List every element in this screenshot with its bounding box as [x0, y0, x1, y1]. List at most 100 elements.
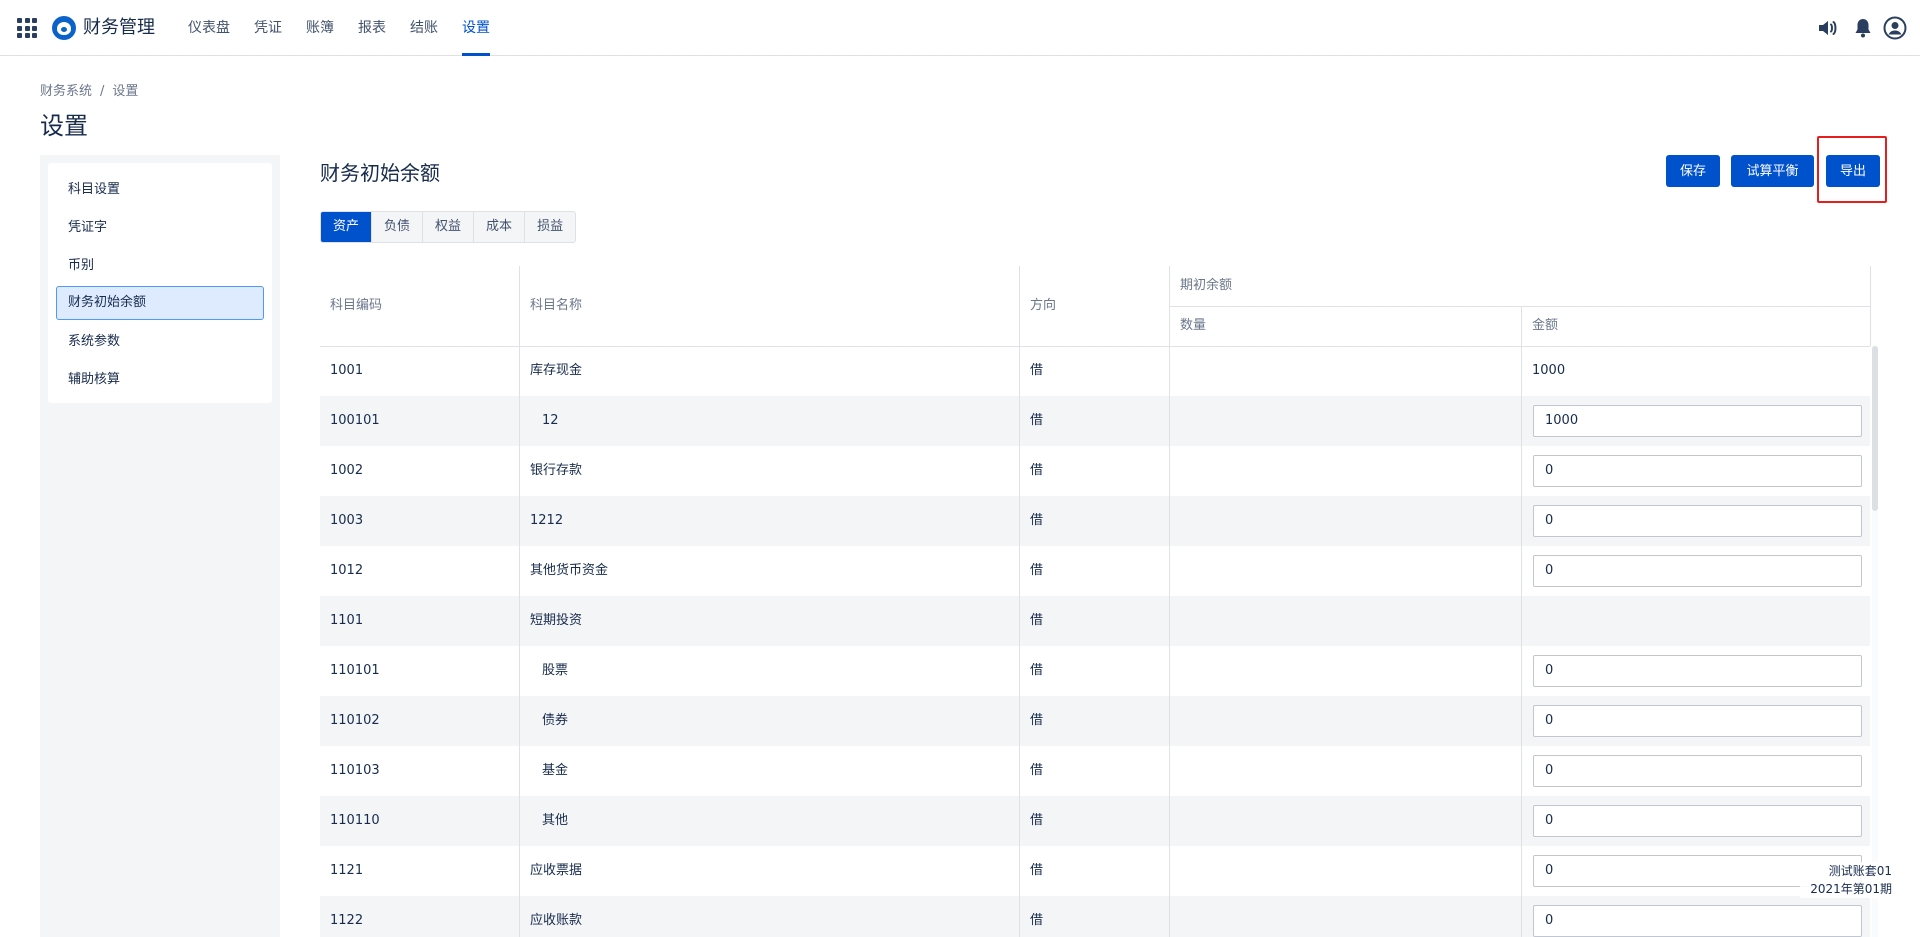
app-title: 财务管理 — [83, 17, 155, 38]
table-row: 1003 1212 借 0 — [320, 496, 1870, 546]
amount-input[interactable]: 1000 — [1533, 405, 1862, 437]
header-subject-code: 科目编码 — [330, 298, 383, 313]
cell-direction: 借 — [1030, 363, 1044, 378]
top-navigation-bar: 财务管理 仪表盘 凭证 账簿 报表 结账 设置 — [0, 0, 1920, 56]
table-scrollbar-thumb[interactable] — [1872, 346, 1878, 511]
header-amount: 金额 — [1532, 318, 1559, 333]
header-subject-name: 科目名称 — [530, 298, 583, 313]
table-row: 1002 银行存款 借 0 — [320, 446, 1870, 496]
cell-subject-code: 1101 — [330, 613, 364, 628]
tab-equity[interactable]: 权益 — [422, 212, 473, 242]
amount-input[interactable]: 0 — [1533, 905, 1862, 937]
cell-direction: 借 — [1030, 713, 1044, 728]
table-row: 1101 短期投资 借 — [320, 596, 1870, 646]
settings-sidebar: 科目设置 凭证字 币别 财务初始余额 系统参数 辅助核算 — [48, 163, 272, 403]
cell-direction: 借 — [1030, 513, 1044, 528]
apps-grid-icon[interactable] — [17, 18, 37, 38]
cell-subject-code: 1001 — [330, 363, 364, 378]
cell-subject-code: 1012 — [330, 563, 364, 578]
nav-item-report[interactable]: 报表 — [358, 19, 386, 37]
sidebar-item-currency[interactable]: 币别 — [56, 249, 264, 283]
amount-input[interactable]: 0 — [1533, 505, 1862, 537]
sidebar-item-auxiliary-accounting[interactable]: 辅助核算 — [56, 363, 264, 397]
nav-item-dashboard[interactable]: 仪表盘 — [188, 19, 230, 37]
column-divider — [519, 266, 520, 937]
cell-amount: 1000 — [1532, 363, 1566, 378]
cell-subject-code: 110110 — [330, 813, 380, 828]
table-row: 110103 基金 借 0 — [320, 746, 1870, 796]
sidebar-item-voucher-word[interactable]: 凭证字 — [56, 211, 264, 245]
table-row: 110102 债券 借 0 — [320, 696, 1870, 746]
page-title: 设置 — [40, 112, 88, 140]
user-avatar-icon[interactable] — [1883, 16, 1907, 40]
cell-subject-code: 100101 — [330, 413, 380, 428]
export-highlight-box — [1817, 136, 1887, 203]
cell-subject-code: 110102 — [330, 713, 380, 728]
cell-subject-code: 1002 — [330, 463, 364, 478]
column-divider — [1019, 266, 1020, 937]
table-row: 110110 其他 借 0 — [320, 796, 1870, 846]
section-title: 财务初始余额 — [320, 161, 440, 185]
header-opening-balance: 期初余额 — [1180, 278, 1233, 293]
cell-direction: 借 — [1030, 413, 1044, 428]
amount-input[interactable]: 0 — [1533, 755, 1862, 787]
table-row: 110101 股票 借 0 — [320, 646, 1870, 696]
cell-direction: 借 — [1030, 763, 1044, 778]
tab-cost[interactable]: 成本 — [473, 212, 524, 242]
amount-input[interactable]: 0 — [1533, 455, 1862, 487]
table-row: 1001 库存现金 借 1000 — [320, 346, 1870, 396]
cell-subject-name: 其他 — [542, 813, 569, 828]
cell-direction: 借 — [1030, 463, 1044, 478]
cell-subject-name: 股票 — [542, 663, 569, 678]
table-row: 1122 应收账款 借 0 — [320, 896, 1870, 937]
column-divider — [1870, 266, 1871, 346]
amount-input[interactable]: 0 — [1533, 705, 1862, 737]
nav-item-settings[interactable]: 设置 — [462, 19, 490, 37]
sidebar-item-opening-balance[interactable]: 财务初始余额 — [56, 286, 264, 320]
category-tabs: 资产 负债 权益 成本 损益 — [320, 211, 577, 243]
column-divider — [1521, 306, 1522, 937]
column-divider — [1169, 266, 1170, 937]
cell-subject-name: 1212 — [530, 513, 564, 528]
bell-icon[interactable] — [1851, 16, 1875, 40]
sidebar-item-subject-settings[interactable]: 科目设置 — [56, 173, 264, 207]
breadcrumb: 财务系统 / 设置 — [40, 83, 138, 101]
amount-input[interactable]: 0 — [1533, 555, 1862, 587]
table-row: 1012 其他货币资金 借 0 — [320, 546, 1870, 596]
cell-subject-code: 1122 — [330, 913, 364, 928]
save-button[interactable]: 保存 — [1666, 155, 1720, 187]
account-set-info: 测试账套01 2021年第01期 — [1800, 862, 1892, 898]
nav-item-closing[interactable]: 结账 — [410, 19, 438, 37]
sidebar-item-system-params[interactable]: 系统参数 — [56, 325, 264, 359]
account-period: 2021年第01期 — [1810, 882, 1892, 896]
cell-subject-name: 其他货币资金 — [530, 563, 609, 578]
tab-liabilities[interactable]: 负债 — [371, 212, 422, 242]
table-row: 100101 12 借 1000 — [320, 396, 1870, 446]
cell-subject-name: 应收账款 — [530, 913, 583, 928]
cell-direction: 借 — [1030, 563, 1044, 578]
speaker-icon[interactable] — [1815, 16, 1839, 40]
account-set-name: 测试账套01 — [1828, 864, 1892, 878]
tab-profit-loss[interactable]: 损益 — [524, 212, 575, 242]
breadcrumb-separator: / — [100, 84, 105, 99]
nav-item-ledger[interactable]: 账簿 — [306, 19, 334, 37]
cell-direction: 借 — [1030, 663, 1044, 678]
cell-subject-code: 110103 — [330, 763, 380, 778]
amount-input[interactable]: 0 — [1533, 655, 1862, 687]
cell-subject-code: 110101 — [330, 663, 380, 678]
header-quantity: 数量 — [1180, 318, 1207, 333]
breadcrumb-settings: 设置 — [112, 84, 139, 99]
amount-input[interactable]: 0 — [1533, 805, 1862, 837]
nav-item-voucher[interactable]: 凭证 — [254, 19, 282, 37]
tab-assets[interactable]: 资产 — [321, 212, 372, 242]
cell-subject-name: 银行存款 — [530, 463, 583, 478]
trial-balance-button[interactable]: 试算平衡 — [1731, 155, 1814, 187]
cell-subject-name: 基金 — [542, 763, 569, 778]
table-row: 1121 应收票据借 0 — [320, 846, 1870, 896]
cell-direction: 借 — [1030, 813, 1044, 828]
logo-icon — [52, 16, 76, 40]
breadcrumb-finance-system[interactable]: 财务系统 — [40, 83, 92, 101]
header-direction: 方向 — [1030, 298, 1057, 313]
cell-subject-name: 应收票据 — [530, 863, 583, 878]
sidebar-container: 科目设置 凭证字 币别 财务初始余额 系统参数 辅助核算 — [40, 155, 280, 937]
